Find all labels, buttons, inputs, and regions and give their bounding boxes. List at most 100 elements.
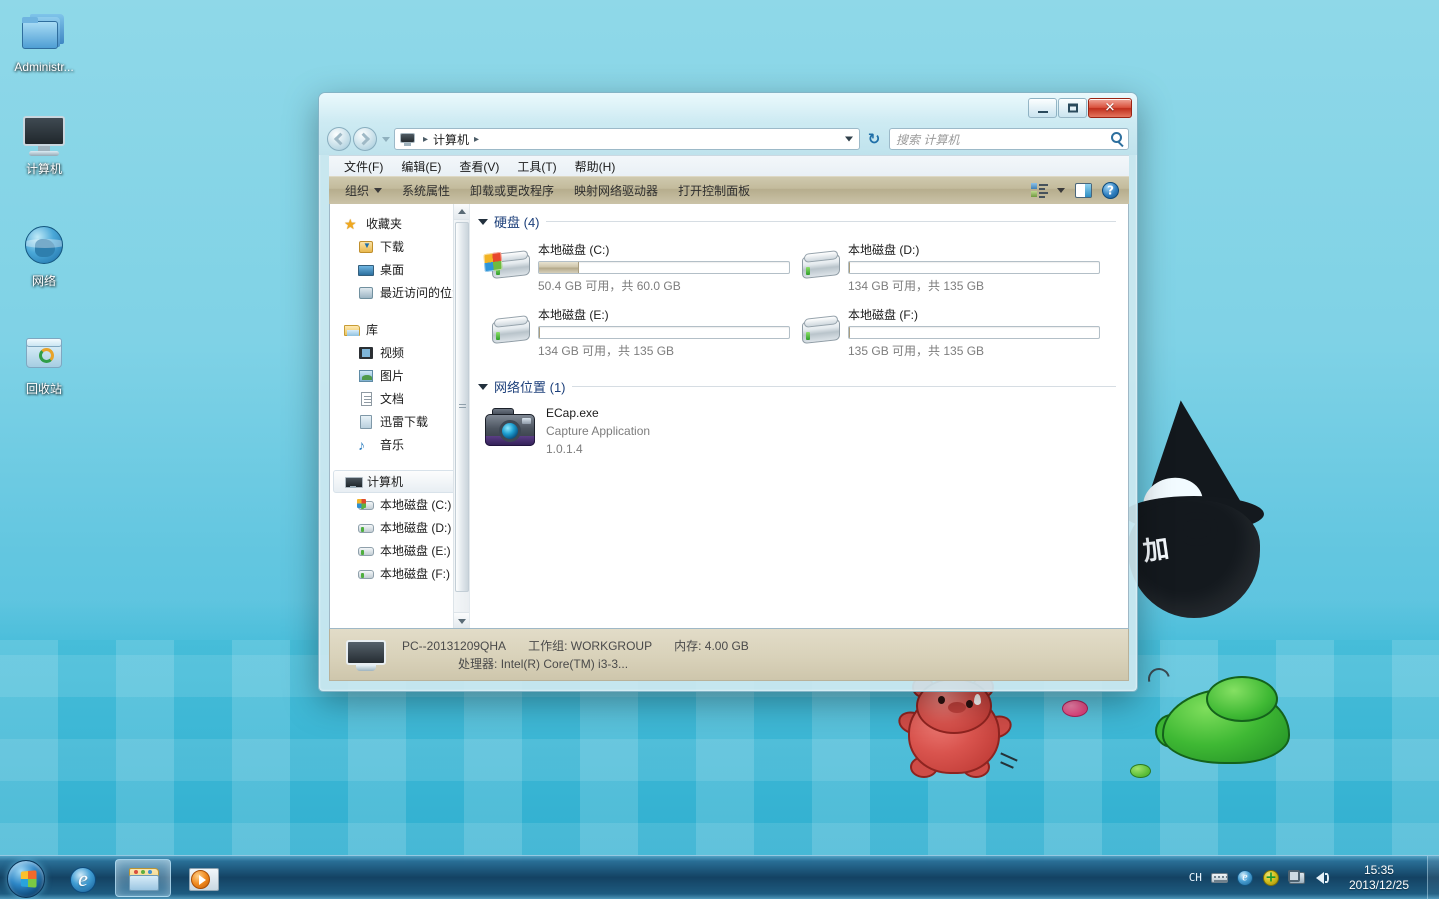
menu-edit[interactable]: 编辑(E) xyxy=(392,156,450,177)
security-shield-icon[interactable] xyxy=(1263,870,1280,886)
desktop-icon-computer[interactable]: 计算机 xyxy=(2,110,86,176)
drive-item-e[interactable]: 本地磁盘 (E:) 134 GB 可用，共 135 GB xyxy=(482,304,792,361)
sidebar-item-libraries[interactable]: 库 xyxy=(330,318,469,341)
show-desktop-button[interactable] xyxy=(1427,856,1439,900)
start-button[interactable] xyxy=(3,858,51,898)
help-button[interactable]: ? xyxy=(1098,179,1123,202)
sidebar-item-music[interactable]: ♪ 音乐 xyxy=(330,433,469,456)
clock[interactable]: 15:35 2013/12/25 xyxy=(1341,863,1417,893)
collapse-triangle-icon[interactable] xyxy=(478,219,488,225)
map-network-drive-button[interactable]: 映射网络驱动器 xyxy=(564,179,668,202)
taskbar-button-windows-explorer[interactable] xyxy=(115,859,171,897)
refresh-button[interactable]: ↻ xyxy=(863,128,885,150)
maximize-button[interactable] xyxy=(1058,98,1087,118)
taskbar-button-media-player[interactable] xyxy=(175,859,231,897)
network-globe-icon xyxy=(20,222,68,270)
sidebar-item-videos[interactable]: 视频 xyxy=(330,341,469,364)
taskbar[interactable]: CH 15:35 2013/12/25 xyxy=(0,855,1439,899)
change-view-button[interactable] xyxy=(1027,180,1069,201)
ie-tray-icon[interactable] xyxy=(1237,870,1254,886)
sidebar-item-documents[interactable]: 文档 xyxy=(330,387,469,410)
desktop-icon-network[interactable]: 网络 xyxy=(2,222,86,288)
sidebar-scrollbar[interactable] xyxy=(453,204,469,628)
sidebar-spacer xyxy=(330,306,469,318)
navigation-pane[interactable]: ★ 收藏夹 下载 桌面 最近访问的位置 xyxy=(330,204,470,628)
title-bar[interactable]: ✕ xyxy=(319,93,1137,123)
drive-item-d[interactable]: 本地磁盘 (D:) 134 GB 可用，共 135 GB xyxy=(792,239,1102,296)
address-dropdown-icon[interactable] xyxy=(845,137,853,142)
system-tray[interactable]: CH 15:35 2013/12/25 xyxy=(1189,863,1427,893)
drive-icon xyxy=(794,247,840,283)
menu-view[interactable]: 查看(V) xyxy=(450,156,508,177)
sidebar-item-drive-f[interactable]: 本地磁盘 (F:) xyxy=(330,562,469,585)
menu-file[interactable]: 文件(F) xyxy=(335,156,392,177)
sidebar-label: 本地磁盘 (F:) xyxy=(380,565,450,582)
status-workgroup-value: WORKGROUP xyxy=(571,639,652,653)
file-list-pane[interactable]: 硬盘 (4) 本地磁盘 (C:) 50.4 GB 可用，共 xyxy=(470,204,1128,628)
taskbar-button-internet-explorer[interactable] xyxy=(55,859,111,897)
organize-button[interactable]: 组织 xyxy=(335,179,392,202)
breadcrumb-separator-icon[interactable]: ▸ xyxy=(474,134,479,145)
system-properties-button[interactable]: 系统属性 xyxy=(392,179,460,202)
drive-usage-fill xyxy=(539,262,579,273)
network-item-version: 1.0.1.4 xyxy=(546,442,650,456)
group-divider xyxy=(546,221,1116,222)
explorer-window[interactable]: ✕ ▸ 计算机 ▸ ↻ 搜索 计算机 文件(F xyxy=(318,92,1138,692)
drive-free-space: 50.4 GB 可用，共 60.0 GB xyxy=(538,277,790,294)
drive-free-space: 134 GB 可用，共 135 GB xyxy=(538,342,790,359)
drive-item-f[interactable]: 本地磁盘 (F:) 135 GB 可用，共 135 GB xyxy=(792,304,1102,361)
drive-item-c[interactable]: 本地磁盘 (C:) 50.4 GB 可用，共 60.0 GB xyxy=(482,239,792,296)
sidebar-item-downloads[interactable]: 下载 xyxy=(330,235,469,258)
sidebar-label: 音乐 xyxy=(380,436,404,453)
desktop-icon-administrator[interactable]: Administr... xyxy=(2,8,86,74)
drive-usage-bar xyxy=(538,326,790,339)
keyboard-icon[interactable] xyxy=(1211,870,1228,886)
sidebar-item-drive-e[interactable]: 本地磁盘 (E:) xyxy=(330,539,469,562)
uninstall-change-program-button[interactable]: 卸载或更改程序 xyxy=(460,179,564,202)
document-icon xyxy=(358,391,374,407)
window-controls[interactable]: ✕ xyxy=(1028,98,1132,118)
collapse-triangle-icon[interactable] xyxy=(478,384,488,390)
command-toolbar[interactable]: 组织 系统属性 卸载或更改程序 映射网络驱动器 打开控制面板 ? xyxy=(329,176,1129,204)
menu-tools[interactable]: 工具(T) xyxy=(508,156,565,177)
desktop-icon-recycle-bin[interactable]: 回收站 xyxy=(2,330,86,396)
group-header-hard-disks[interactable]: 硬盘 (4) xyxy=(474,212,1128,231)
forward-button[interactable] xyxy=(353,127,377,151)
breadcrumb-separator-icon[interactable]: ▸ xyxy=(423,134,428,145)
search-icon[interactable] xyxy=(1111,132,1122,143)
scroll-down-icon[interactable] xyxy=(454,612,470,628)
sidebar-label: 本地磁盘 (E:) xyxy=(380,542,451,559)
menu-bar[interactable]: 文件(F) 编辑(E) 查看(V) 工具(T) 帮助(H) xyxy=(329,155,1129,176)
sidebar-item-favorites[interactable]: ★ 收藏夹 xyxy=(330,212,469,235)
sidebar-item-computer[interactable]: 计算机 xyxy=(333,470,466,493)
network-item-ecap[interactable]: ECap.exe Capture Application 1.0.1.4 xyxy=(474,404,1128,456)
drive-icon xyxy=(358,566,374,582)
history-dropdown-icon[interactable] xyxy=(382,137,390,142)
sidebar-item-recent-places[interactable]: 最近访问的位置 xyxy=(330,281,469,304)
volume-icon[interactable] xyxy=(1315,870,1332,886)
desktop-icon-label: 网络 xyxy=(2,274,86,288)
scroll-up-icon[interactable] xyxy=(454,204,470,220)
back-button[interactable] xyxy=(327,127,351,151)
address-bar[interactable]: ▸ 计算机 ▸ xyxy=(394,128,860,150)
search-box[interactable]: 搜索 计算机 xyxy=(889,128,1129,150)
sidebar-item-drive-c[interactable]: 本地磁盘 (C:) xyxy=(330,493,469,516)
show-preview-pane-button[interactable] xyxy=(1069,180,1098,201)
open-control-panel-button[interactable]: 打开控制面板 xyxy=(668,179,760,202)
breadcrumb-computer[interactable]: 计算机 xyxy=(433,131,469,148)
menu-help[interactable]: 帮助(H) xyxy=(566,156,625,177)
minimize-button[interactable] xyxy=(1028,98,1057,118)
sidebar-item-desktop[interactable]: 桌面 xyxy=(330,258,469,281)
ime-indicator[interactable]: CH xyxy=(1189,871,1202,884)
network-icon[interactable] xyxy=(1289,870,1306,886)
sidebar-item-pictures[interactable]: 图片 xyxy=(330,364,469,387)
sidebar-item-thunder-download[interactable]: 迅雷下载 xyxy=(330,410,469,433)
drive-usage-bar xyxy=(538,261,790,274)
close-button[interactable]: ✕ xyxy=(1088,98,1132,118)
sidebar-item-drive-d[interactable]: 本地磁盘 (D:) xyxy=(330,516,469,539)
sidebar-label: 本地磁盘 (D:) xyxy=(380,519,451,536)
scrollbar-thumb[interactable] xyxy=(455,222,469,592)
desktop[interactable]: 加 Administr... 计算机 网络 xyxy=(0,0,1439,899)
group-header-network-locations[interactable]: 网络位置 (1) xyxy=(474,377,1128,396)
navigation-bar[interactable]: ▸ 计算机 ▸ ↻ 搜索 计算机 xyxy=(319,125,1137,153)
